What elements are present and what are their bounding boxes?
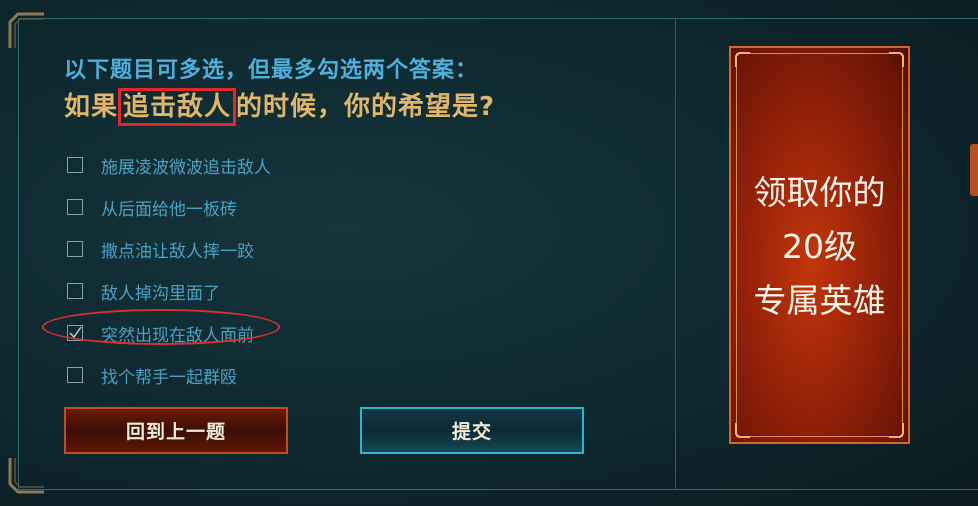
promo-line: 专属英雄 xyxy=(753,281,886,320)
option-label[interactable]: 施展凌波微波追击敌人 xyxy=(101,153,271,178)
answer-options: 施展凌波微波追击敌人 从后面给他一板砖 撒点油让敌人摔一跤 敌人掉沟里面了 突然… xyxy=(64,144,271,396)
option-label[interactable]: 敌人掉沟里面了 xyxy=(101,279,220,304)
promo-line: 20级 xyxy=(782,227,857,266)
submit-button[interactable]: 提交 xyxy=(360,407,584,454)
ornate-corner-icon xyxy=(734,421,752,439)
question-prefix: 如果 xyxy=(64,92,119,122)
option-label[interactable]: 从后面给他一板砖 xyxy=(101,195,237,220)
quiz-panel: 以下题目可多选，但最多勾选两个答案： 如果 追击敌人 的时候，你的希望是? 施展凌波… xyxy=(0,0,978,506)
option-checkbox[interactable] xyxy=(67,199,83,215)
selection-annotation-ring xyxy=(42,309,280,345)
question-suffix: 的时候，你的希望是? xyxy=(236,92,496,122)
option-checkbox[interactable] xyxy=(67,241,83,257)
answer-option[interactable]: 敌人掉沟里面了 xyxy=(64,270,271,312)
promo-text: 领取你的 20级 专属英雄 xyxy=(731,166,908,328)
promo-line: 领取你的 xyxy=(753,173,886,212)
ornate-corner-icon xyxy=(734,51,752,69)
panel-divider xyxy=(675,18,676,490)
ornate-corner-icon xyxy=(6,456,46,496)
option-checkbox[interactable] xyxy=(67,157,83,173)
ornate-corner-icon xyxy=(887,51,905,69)
answer-option[interactable]: 从后面给他一板砖 xyxy=(64,186,271,228)
question-highlight: 追击敌人 xyxy=(118,88,237,126)
option-label[interactable]: 撒点油让敌人摔一跤 xyxy=(101,237,254,262)
answer-option[interactable]: 撒点油让敌人摔一跤 xyxy=(64,228,271,270)
ornate-corner-icon xyxy=(6,10,46,50)
option-checkbox[interactable] xyxy=(67,367,83,383)
quiz-instruction: 以下题目可多选，但最多勾选两个答案： xyxy=(64,58,479,83)
side-tab-handle[interactable] xyxy=(970,144,978,196)
option-checkbox[interactable] xyxy=(67,283,83,299)
promo-banner[interactable]: 领取你的 20级 专属英雄 xyxy=(729,46,910,444)
answer-option[interactable]: 施展凌波微波追击敌人 xyxy=(64,144,271,186)
option-label[interactable]: 找个帮手一起群殴 xyxy=(101,363,237,388)
ornate-corner-icon xyxy=(887,421,905,439)
question-title: 如果 追击敌人 的时候，你的希望是? xyxy=(64,86,495,126)
answer-option[interactable]: 找个帮手一起群殴 xyxy=(64,354,271,396)
previous-question-button[interactable]: 回到上一题 xyxy=(64,407,288,454)
